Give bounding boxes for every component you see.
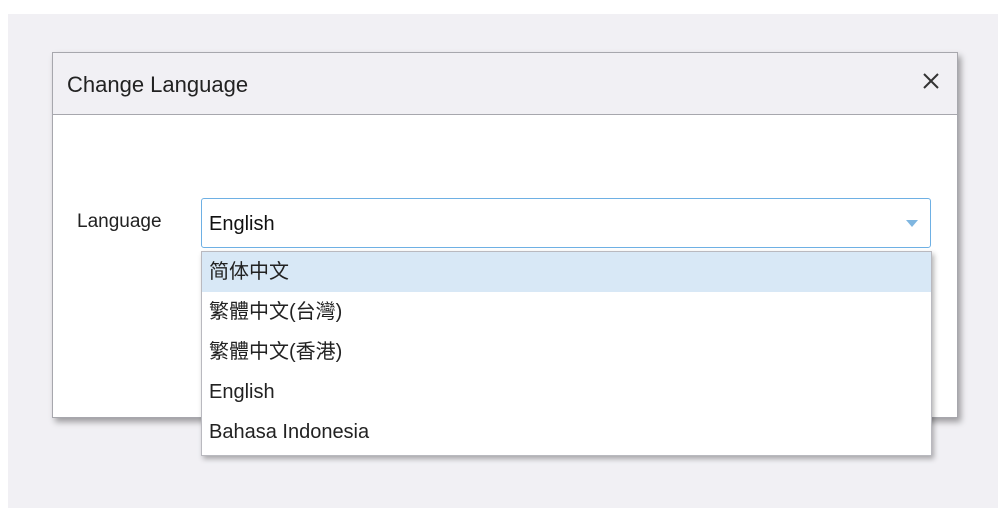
- close-button[interactable]: [919, 69, 943, 93]
- dropdown-item-zh-hk[interactable]: 繁體中文(香港): [202, 332, 931, 372]
- dropdown-item-english[interactable]: English: [202, 372, 931, 412]
- dropdown-item-bahasa-indonesia[interactable]: Bahasa Indonesia: [202, 412, 931, 452]
- dropdown-item-zh-tw[interactable]: 繁體中文(台灣): [202, 292, 931, 332]
- language-select-value: English: [209, 213, 275, 235]
- dialog-header: Change Language: [53, 53, 957, 115]
- dialog-title: Change Language: [67, 72, 249, 97]
- dropdown-arrow-icon[interactable]: [906, 220, 918, 227]
- dropdown-item-zh-hans[interactable]: 简体中文: [202, 252, 931, 292]
- close-icon: [923, 73, 939, 89]
- language-label: Language: [77, 211, 162, 232]
- language-dropdown-list: 简体中文 繁體中文(台灣) 繁體中文(香港) English Bahasa In…: [201, 251, 932, 456]
- language-select[interactable]: English: [201, 198, 931, 248]
